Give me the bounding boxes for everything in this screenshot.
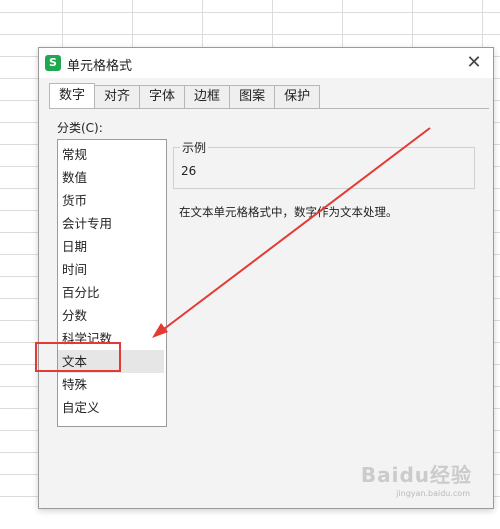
watermark-logo: Baidu经验 <box>360 463 472 487</box>
dialog-titlebar: S 单元格格式 ✕ <box>39 48 493 78</box>
tab-font[interactable]: 字体 <box>139 85 186 108</box>
watermark-url: jingyan.baidu.com <box>396 489 470 498</box>
category-item-fraction[interactable]: 分数 <box>58 304 164 327</box>
category-list[interactable]: 常规 数值 货币 会计专用 日期 时间 百分比 分数 科学记数 文本 特殊 自定… <box>57 139 167 427</box>
category-item-percentage[interactable]: 百分比 <box>58 281 164 304</box>
category-item-general[interactable]: 常规 <box>58 143 164 166</box>
wps-app-icon: S <box>45 55 61 71</box>
category-item-date[interactable]: 日期 <box>58 235 164 258</box>
close-icon[interactable]: ✕ <box>463 52 485 74</box>
tab-protection[interactable]: 保护 <box>274 85 321 108</box>
category-item-accounting[interactable]: 会计专用 <box>58 212 164 235</box>
tab-number[interactable]: 数字 <box>49 83 96 108</box>
category-item-time[interactable]: 时间 <box>58 258 164 281</box>
sample-legend: 示例 <box>180 139 209 156</box>
category-label: 分类(C): <box>57 121 103 135</box>
tab-bar: 数字 对齐 字体 边框 图案 保护 <box>49 83 321 109</box>
category-item-special[interactable]: 特殊 <box>58 373 164 396</box>
category-item-currency[interactable]: 货币 <box>58 189 164 212</box>
format-cells-dialog: S 单元格格式 ✕ 数字 对齐 字体 边框 图案 保护 分类(C): 常规 数值… <box>38 47 494 509</box>
highlight-box <box>35 342 121 372</box>
sample-value: 26 <box>181 164 197 178</box>
category-item-custom[interactable]: 自定义 <box>58 396 164 419</box>
tab-border[interactable]: 边框 <box>184 85 231 108</box>
tab-pattern[interactable]: 图案 <box>229 85 276 108</box>
category-item-number[interactable]: 数值 <box>58 166 164 189</box>
format-description: 在文本单元格格式中，数字作为文本处理。 <box>179 205 398 219</box>
tab-alignment[interactable]: 对齐 <box>94 85 141 108</box>
dialog-title: 单元格格式 <box>67 59 133 74</box>
sample-group: 示例 26 <box>173 139 475 189</box>
